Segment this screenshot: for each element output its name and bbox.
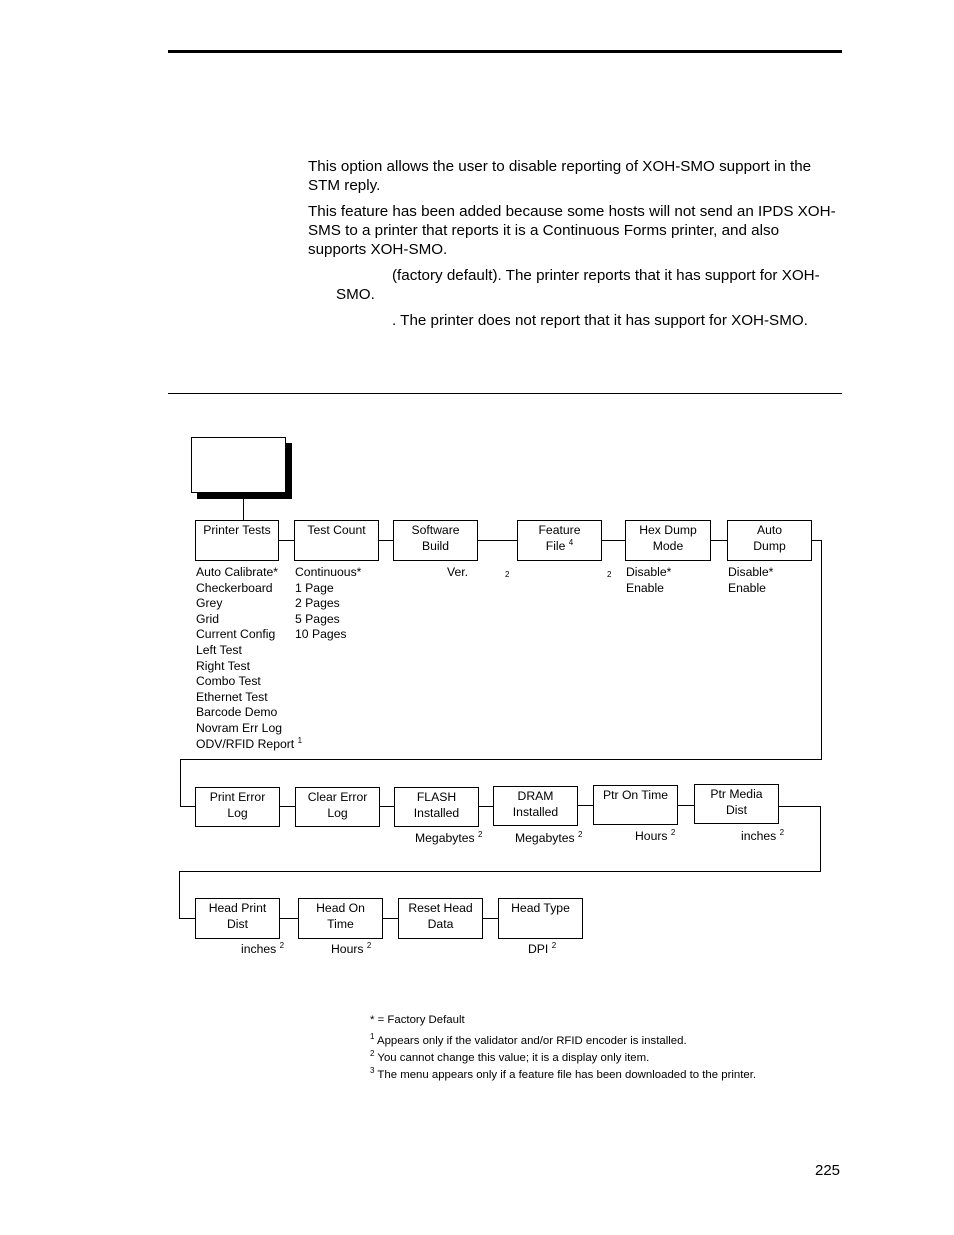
menu-box-software-build: Software Build: [393, 520, 478, 561]
connector-line: [710, 540, 727, 541]
head-type-note: DPI 2: [528, 941, 557, 957]
option-item: Grid: [196, 611, 220, 626]
head-on-time-note: Hours 2: [331, 941, 372, 957]
footnote-mark: 2: [505, 570, 510, 579]
option-item: Grey: [196, 596, 223, 611]
connector-line: [180, 806, 195, 807]
option-item: Combo Test: [196, 674, 261, 689]
option-item: Right Test: [196, 658, 250, 673]
root-menu-box: [191, 437, 286, 493]
footnote-1: 1 Appears only if the validator and/or R…: [370, 1032, 687, 1048]
connector-line: [379, 806, 394, 807]
option-item: Enable: [626, 580, 664, 595]
footnote-mark: 4: [568, 537, 574, 547]
connector-line: [677, 805, 694, 806]
option-item: 10 Pages: [295, 627, 347, 642]
connector-line: [278, 540, 294, 541]
option-item: Left Test: [196, 642, 242, 657]
connector-line: [378, 540, 393, 541]
flash-installed-note: Megabytes 2: [415, 830, 483, 846]
connector-line: [601, 540, 625, 541]
footnote-3: 3 The menu appears only if a feature fil…: [370, 1066, 757, 1082]
connector-line: [482, 918, 498, 919]
option-item: Continuous*: [295, 565, 362, 579]
option-item: 5 Pages: [295, 611, 340, 626]
connector-line: [577, 805, 593, 806]
option-item: Barcode Demo: [196, 705, 278, 720]
menu-box-flash-installed: FLASH Installed: [394, 787, 479, 827]
auto-dump-options: Disable* Enable: [728, 565, 773, 596]
connector-line: [243, 499, 244, 520]
option-item: Enable: [728, 580, 766, 595]
test-count-options: Continuous* 1 Page 2 Pages 5 Pages 10 Pa…: [295, 565, 361, 643]
option-item: Checkerboard: [196, 580, 273, 595]
ptr-on-time-note: Hours 2: [635, 828, 676, 844]
connector-line: [820, 806, 821, 872]
dram-installed-note: Megabytes 2: [515, 830, 583, 846]
menu-box-auto-dump: Auto Dump: [727, 520, 812, 561]
connector-line: [279, 918, 298, 919]
page-number: 225: [815, 1162, 841, 1179]
head-print-dist-note: inches 2: [241, 941, 285, 957]
option-item: Current Config: [196, 627, 276, 642]
menu-box-head-print-dist: Head Print Dist: [195, 898, 280, 939]
menu-box-feature-file: Feature File 4: [517, 520, 602, 561]
menu-box-hex-dump-mode: Hex Dump Mode: [625, 520, 711, 561]
software-build-note: Ver.: [447, 565, 469, 579]
menu-box-reset-head-data: Reset Head Data: [398, 898, 483, 939]
footnote-mark: 2: [607, 570, 612, 579]
menu-box-dram-installed: DRAM Installed: [493, 786, 578, 826]
connector-line: [179, 871, 180, 919]
footnote-2: 2 You cannot change this value; it is a …: [370, 1049, 650, 1065]
option-item: 2 Pages: [295, 596, 340, 611]
connector-line: [179, 871, 821, 872]
option-item: Disable*: [626, 565, 672, 579]
option-item: Novram Err Log: [196, 720, 283, 735]
footnote-factory-default: * = Factory Default: [370, 1014, 465, 1026]
hex-dump-mode-options: Disable* Enable: [626, 565, 671, 596]
option-item: ODV/RFID Report 1: [196, 735, 303, 751]
connector-line: [478, 806, 493, 807]
option-item: Auto Calibrate*: [196, 565, 278, 579]
option-item: Ethernet Test: [196, 689, 268, 704]
menu-box-ptr-media-dist: Ptr Media Dist: [694, 784, 779, 824]
menu-box-print-error-log: Print Error Log: [195, 787, 280, 827]
option-item: 1 Page: [295, 580, 334, 595]
option-item: Disable*: [728, 565, 774, 579]
connector-line: [778, 806, 821, 807]
menu-box-ptr-on-time: Ptr On Time: [593, 785, 678, 825]
connector-line: [477, 540, 517, 541]
connector-line: [180, 759, 822, 760]
menu-diagram: Printer Tests Test Count Software Build …: [0, 0, 954, 1235]
printer-tests-options: Auto Calibrate* Checkerboard Grey Grid C…: [196, 565, 302, 752]
connector-line: [279, 806, 295, 807]
connector-line: [179, 918, 195, 919]
menu-box-clear-error-log: Clear Error Log: [295, 787, 380, 827]
ptr-media-dist-note: inches 2: [741, 828, 785, 844]
menu-box-test-count: Test Count: [294, 520, 379, 561]
connector-line: [180, 759, 181, 807]
footnote-mark: 1: [297, 735, 303, 745]
menu-box-printer-tests: Printer Tests: [195, 520, 279, 561]
menu-box-head-on-time: Head On Time: [298, 898, 383, 939]
menu-box-head-type: Head Type: [498, 898, 583, 939]
connector-line: [821, 540, 822, 759]
connector-line: [382, 918, 398, 919]
